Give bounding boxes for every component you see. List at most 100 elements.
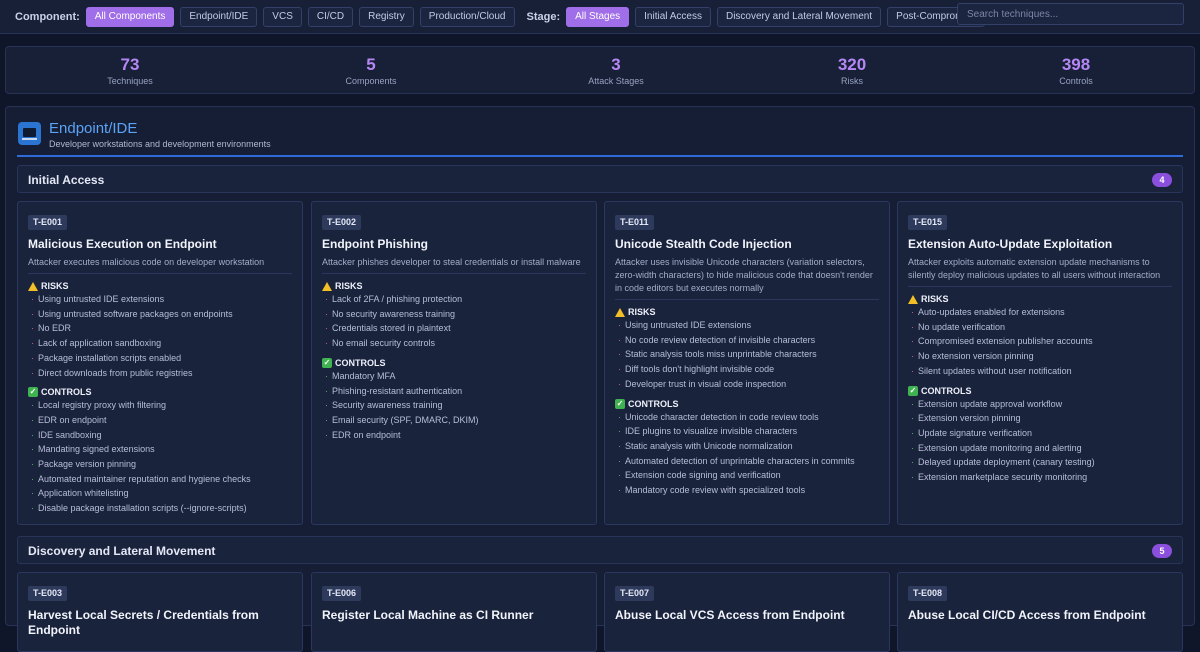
filter-all-components[interactable]: All Components — [85, 6, 175, 27]
filter-all-stages[interactable]: All Stages — [566, 6, 630, 27]
control-item: Mandatory code review with specialized t… — [615, 483, 879, 498]
technique-id: T-E011 — [615, 215, 654, 230]
search-input[interactable] — [957, 3, 1184, 25]
filter-registry[interactable]: Registry — [359, 6, 414, 27]
control-item: EDR on endpoint — [322, 428, 586, 443]
filter-ci-cd[interactable]: CI/CD — [307, 6, 354, 27]
risk-item: Using untrusted IDE extensions — [28, 292, 292, 307]
control-item: Security awareness training — [322, 398, 586, 413]
checkmark-icon: ✓ — [908, 385, 918, 396]
technique-title: Abuse Local VCS Access from Endpoint — [615, 608, 845, 622]
filter-production-cloud[interactable]: Production/Cloud — [419, 6, 515, 27]
risk-item: No security awareness training — [322, 307, 586, 322]
controls-label: CONTROLS — [921, 385, 972, 396]
component-divider — [17, 155, 1183, 157]
technique-card[interactable]: T-E006 Register Local Machine as CI Runn… — [311, 572, 597, 652]
warning-icon — [28, 281, 38, 291]
component-panel: Endpoint/IDE Developer workstations and … — [5, 106, 1195, 652]
stage-count-badge: 4 — [1152, 173, 1172, 187]
control-item: Extension update approval workflow — [908, 397, 1172, 412]
technique-title: Register Local Machine as CI Runner — [322, 608, 534, 622]
control-item: Email security (SPF, DMARC, DKIM) — [322, 413, 586, 428]
filter-discovery-lateral-movement[interactable]: Discovery and Lateral Movement — [716, 6, 882, 27]
risks-header: RISKS — [615, 306, 879, 318]
controls-header: ✓ CONTROLS — [322, 357, 586, 369]
risk-item: Using untrusted IDE extensions — [615, 318, 879, 333]
risk-item: Lack of application sandboxing — [28, 336, 292, 351]
risk-item: Package installation scripts enabled — [28, 351, 292, 366]
technique-title: Abuse Local CI/CD Access from Endpoint — [908, 608, 1146, 622]
technique-id: T-E001 — [28, 215, 68, 230]
stage-name: Discovery and Lateral Movement — [28, 544, 216, 558]
technique-card[interactable]: T-E003 Harvest Local Secrets / Credentia… — [17, 572, 303, 652]
technique-title: Endpoint Phishing — [322, 237, 428, 251]
stat-attack-stages-value: 3 — [611, 55, 621, 74]
technique-description: Attacker exploits automatic extension up… — [908, 256, 1172, 287]
control-item: Update signature verification — [908, 426, 1172, 441]
control-item: IDE sandboxing — [28, 428, 292, 443]
risk-list: Lack of 2FA / phishing protection No sec… — [322, 292, 586, 351]
technique-card[interactable]: T-E008 Abuse Local CI/CD Access from End… — [897, 572, 1183, 652]
controls-label: CONTROLS — [628, 398, 679, 409]
controls-header: ✓ CONTROLS — [615, 398, 879, 410]
risks-header: RISKS — [28, 280, 292, 292]
filter-initial-access[interactable]: Initial Access — [635, 6, 711, 27]
risks-label: RISKS — [41, 281, 69, 291]
control-item: Extension version pinning — [908, 411, 1172, 426]
stage-header-initial-access[interactable]: Initial Access 4 — [17, 165, 1183, 193]
checkmark-icon: ✓ — [28, 387, 38, 398]
stat-techniques: 73 Techniques — [70, 55, 190, 87]
technique-card[interactable]: T-E007 Abuse Local VCS Access from Endpo… — [604, 572, 890, 652]
filter-endpoint-ide[interactable]: Endpoint/IDE — [180, 6, 258, 27]
control-item: Disable package installation scripts (--… — [28, 501, 292, 516]
control-item: Mandating signed extensions — [28, 442, 292, 457]
risk-item: Developer trust in visual code inspectio… — [615, 377, 879, 392]
technique-description: Attacker executes malicious code on deve… — [28, 256, 292, 274]
technique-id: T-E003 — [28, 586, 68, 601]
control-item: Application whitelisting — [28, 486, 292, 501]
stat-attack-stages-label: Attack Stages — [588, 76, 644, 86]
risk-item: Auto-updates enabled for extensions — [908, 305, 1172, 320]
stat-techniques-label: Techniques — [107, 76, 153, 86]
stat-risks-label: Risks — [841, 76, 863, 86]
control-item: Extension code signing and verification — [615, 468, 879, 483]
risks-label: RISKS — [628, 307, 656, 317]
controls-header: ✓ CONTROLS — [28, 386, 292, 398]
control-item: Automated maintainer reputation and hygi… — [28, 472, 292, 487]
technique-card[interactable]: T-E002 Endpoint Phishing Attacker phishe… — [311, 201, 597, 525]
technique-card[interactable]: T-E001 Malicious Execution on Endpoint A… — [17, 201, 303, 525]
stat-risks: 320 Risks — [792, 55, 912, 87]
control-item: IDE plugins to visualize invisible chara… — [615, 424, 879, 439]
stage-name: Initial Access — [28, 173, 105, 187]
technique-card[interactable]: T-E011 Unicode Stealth Code Injection At… — [604, 201, 890, 525]
warning-icon — [908, 294, 918, 304]
checkmark-icon: ✓ — [322, 357, 332, 368]
technique-id: T-E008 — [908, 586, 948, 601]
control-list: Extension update approval workflow Exten… — [908, 397, 1172, 485]
risk-item: No update verification — [908, 320, 1172, 335]
risk-item: Credentials stored in plaintext — [322, 321, 586, 336]
stat-components-label: Components — [345, 76, 397, 86]
risk-item: Silent updates without user notification — [908, 364, 1172, 379]
technique-id: T-E006 — [322, 586, 362, 601]
risk-item: No email security controls — [322, 336, 586, 351]
stat-controls-value: 398 — [1061, 55, 1091, 74]
stat-components: 5 Components — [311, 55, 431, 87]
technique-id: T-E002 — [322, 215, 362, 230]
checkmark-icon: ✓ — [615, 398, 625, 409]
stat-controls: 398 Controls — [1016, 55, 1136, 87]
filter-vcs[interactable]: VCS — [263, 6, 302, 27]
technique-title: Malicious Execution on Endpoint — [28, 237, 217, 251]
risk-item: Static analysis tools miss unprintable c… — [615, 347, 879, 362]
risk-item: Lack of 2FA / phishing protection — [322, 292, 586, 307]
technique-id: T-E007 — [615, 586, 655, 601]
technique-title: Harvest Local Secrets / Credentials from… — [28, 608, 259, 637]
technique-card[interactable]: T-E015 Extension Auto-Update Exploitatio… — [897, 201, 1183, 525]
stat-attack-stages: 3 Attack Stages — [556, 55, 676, 87]
risk-item: No code review detection of invisible ch… — [615, 333, 879, 348]
control-list: Mandatory MFA Phishing-resistant authent… — [322, 369, 586, 443]
stage-header-discovery-lateral-movement[interactable]: Discovery and Lateral Movement 5 — [17, 536, 1183, 564]
control-item: Automated detection of unprintable chara… — [615, 454, 879, 469]
warning-icon — [615, 307, 625, 317]
technique-description: Attacker uses invisible Unicode characte… — [615, 256, 879, 300]
